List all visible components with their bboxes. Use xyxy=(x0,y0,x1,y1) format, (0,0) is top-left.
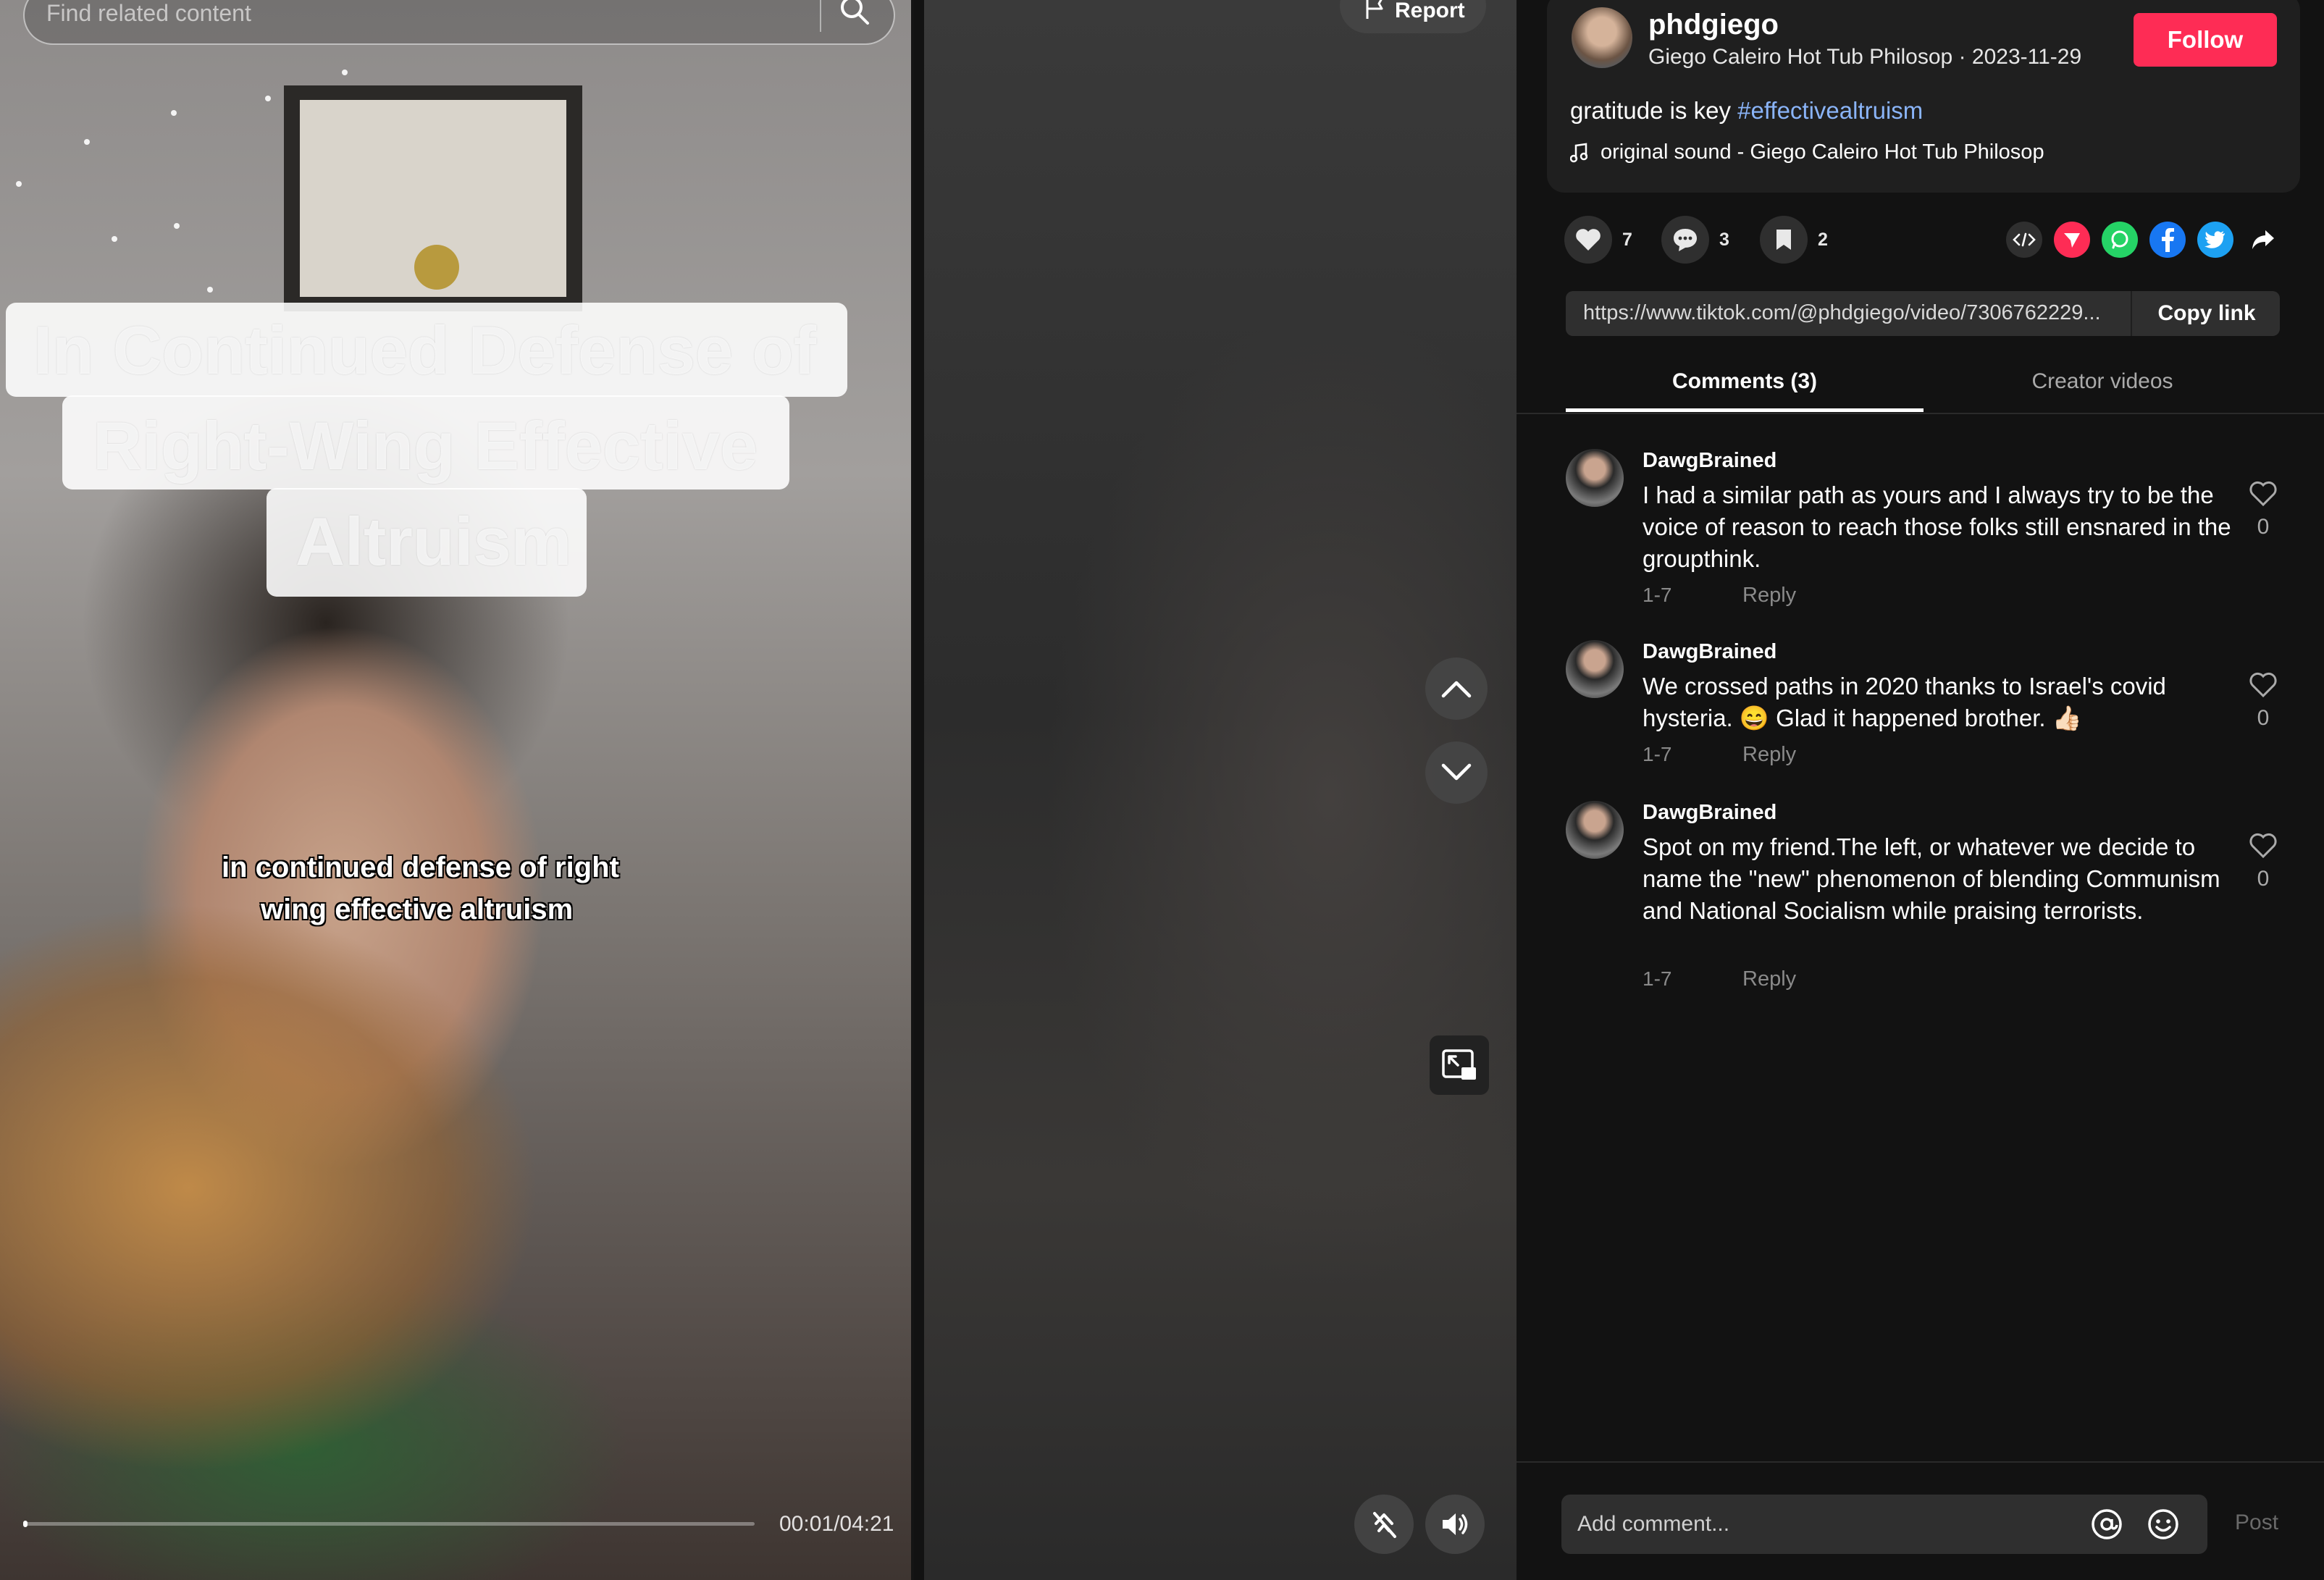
comment-input[interactable]: Add comment... xyxy=(1561,1495,2207,1554)
comment-like-count: 0 xyxy=(2257,706,2270,730)
comment-count: 3 xyxy=(1719,229,1729,250)
heart-icon xyxy=(1576,229,1601,251)
commenter-avatar[interactable] xyxy=(1566,449,1624,507)
music-note-icon xyxy=(1570,143,1587,162)
like-count: 7 xyxy=(1622,229,1632,250)
comment-like-button[interactable]: 0 xyxy=(2245,672,2281,731)
video-title-line-1: In Continued Defense of xyxy=(33,312,816,388)
progress-fill[interactable] xyxy=(23,1521,28,1527)
sound-row[interactable]: original sound - Giego Caleiro Hot Tub P… xyxy=(1570,140,2044,164)
commenter-avatar[interactable] xyxy=(1566,801,1624,859)
reply-button[interactable]: Reply xyxy=(1742,967,1796,991)
video-caption-line-2: wing effective altruism xyxy=(261,894,574,925)
heart-outline-icon xyxy=(2249,833,2277,859)
composer-divider xyxy=(1517,1461,2324,1463)
comment-item: DawgBrained I had a similar path as your… xyxy=(1566,449,2283,615)
video-title-line-2: Right-Wing Effective xyxy=(93,408,758,484)
search-input[interactable]: Find related content xyxy=(46,0,251,27)
author-username[interactable]: phdgiego xyxy=(1648,9,1779,41)
commenter-username[interactable]: DawgBrained xyxy=(1643,801,1776,825)
embed-button[interactable] xyxy=(2006,222,2042,258)
share-arrow-icon xyxy=(2252,230,2274,249)
active-tab-indicator xyxy=(1566,408,1924,412)
whatsapp-share-button[interactable] xyxy=(2102,222,2138,258)
sound-label: original sound - Giego Caleiro Hot Tub P… xyxy=(1601,140,2044,164)
volume-button[interactable] xyxy=(1425,1495,1485,1554)
commenter-username[interactable]: DawgBrained xyxy=(1643,640,1776,664)
tabs-divider xyxy=(1517,413,2324,414)
author-meta: Giego Caleiro Hot Tub Philosop · 2023-11… xyxy=(1648,45,2082,69)
post-description: gratitude is key #effectivealtruism xyxy=(1570,97,1923,125)
facebook-share-button[interactable] xyxy=(2149,222,2186,258)
heart-outline-icon xyxy=(2249,672,2277,698)
share-link-row: https://www.tiktok.com/@phdgiego/video/7… xyxy=(1566,291,2280,336)
more-share-button[interactable] xyxy=(2245,222,2281,258)
tab-comments[interactable]: Comments (3) xyxy=(1566,369,1924,394)
comment-date: 1-7 xyxy=(1643,743,1672,765)
wall-diploma xyxy=(284,85,582,311)
next-video-button[interactable] xyxy=(1425,741,1488,804)
previous-video-button[interactable] xyxy=(1425,657,1488,720)
video-player[interactable]: In Continued Defense of Right-Wing Effec… xyxy=(0,0,914,1580)
description-text: gratitude is key xyxy=(1570,97,1738,124)
comment-text: We crossed paths in 2020 thanks to Israe… xyxy=(1643,673,2166,731)
comment-like-button[interactable]: 0 xyxy=(2245,833,2281,891)
copy-link-button[interactable]: Copy link xyxy=(2131,291,2281,336)
follow-button[interactable]: Follow xyxy=(2134,13,2277,67)
chevron-down-icon xyxy=(1441,763,1472,781)
autoscroll-toggle[interactable] xyxy=(1354,1495,1414,1554)
video-title-line-3: Altruism xyxy=(295,503,572,579)
video-caption-line-1: in continued defense of right xyxy=(222,852,619,883)
post-button[interactable]: Post xyxy=(2235,1510,2278,1535)
comment-item: DawgBrained We crossed paths in 2020 tha… xyxy=(1566,640,2283,778)
comment-like-button[interactable]: 0 xyxy=(2245,481,2281,539)
comment-text: I had a similar path as yours and I alwa… xyxy=(1643,482,2231,572)
commenter-username[interactable]: DawgBrained xyxy=(1643,449,1776,473)
comment-like-count: 0 xyxy=(2257,867,2270,891)
comment-date: 1-7 xyxy=(1643,967,1672,990)
picture-in-picture-button[interactable] xyxy=(1430,1035,1489,1095)
no-autoscroll-icon xyxy=(1373,1512,1396,1538)
chevron-up-icon xyxy=(1441,681,1472,698)
facebook-icon xyxy=(2162,228,2174,252)
like-action[interactable]: 7 xyxy=(1564,216,1632,264)
embed-icon xyxy=(2013,232,2036,247)
save-action[interactable]: 2 xyxy=(1760,216,1828,264)
share-link-text[interactable]: https://www.tiktok.com/@phdgiego/video/7… xyxy=(1583,301,2119,325)
twitter-share-button[interactable] xyxy=(2197,222,2233,258)
comment-like-count: 0 xyxy=(2257,515,2270,539)
reply-button[interactable]: Reply xyxy=(1742,743,1796,767)
tab-creator-videos[interactable]: Creator videos xyxy=(1924,369,2281,394)
blurred-background xyxy=(924,0,1517,1580)
comment-text: Spot on my friend.The left, or whatever … xyxy=(1643,833,2220,924)
reply-button[interactable]: Reply xyxy=(1742,584,1796,608)
picture-in-picture-icon xyxy=(1442,1049,1476,1080)
flag-icon xyxy=(1366,0,1383,19)
author-avatar[interactable] xyxy=(1572,7,1632,68)
comment-item: DawgBrained Spot on my friend.The left, … xyxy=(1566,801,2283,1004)
report-button[interactable]: Report xyxy=(1340,0,1486,33)
heart-outline-icon xyxy=(2249,481,2277,507)
comment-input-placeholder: Add comment... xyxy=(1577,1512,1730,1536)
commenter-avatar[interactable] xyxy=(1566,640,1624,698)
search-bar[interactable]: Find related content xyxy=(23,0,895,45)
send-to-friends-button[interactable] xyxy=(2054,222,2090,258)
emoji-icon[interactable] xyxy=(2147,1508,2180,1541)
mention-icon[interactable] xyxy=(2090,1508,2123,1541)
comment-bubble-icon xyxy=(1674,229,1697,251)
whatsapp-icon xyxy=(2111,230,2128,249)
volume-icon xyxy=(1443,1513,1468,1535)
send-icon xyxy=(2064,233,2080,248)
time-readout: 00:01/04:21 xyxy=(779,1512,894,1536)
save-count: 2 xyxy=(1818,229,1828,250)
comment-action[interactable]: 3 xyxy=(1661,216,1729,264)
progress-track[interactable] xyxy=(23,1522,755,1526)
twitter-icon xyxy=(2205,231,2225,248)
bookmark-icon xyxy=(1776,230,1791,250)
report-label: Report xyxy=(1395,0,1465,22)
search-icon[interactable] xyxy=(837,0,872,28)
comment-date: 1-7 xyxy=(1643,584,1672,606)
hashtag-link[interactable]: #effectivealtruism xyxy=(1737,97,1923,124)
